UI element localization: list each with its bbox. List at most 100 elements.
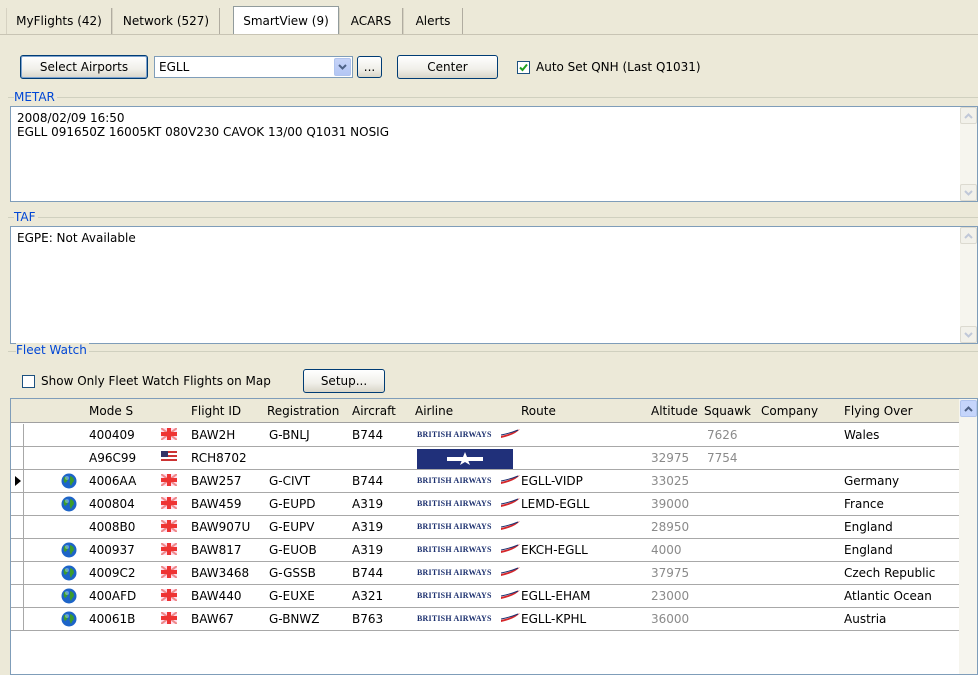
- row-header[interactable]: [11, 424, 24, 447]
- setup-button[interactable]: Setup...: [303, 369, 385, 393]
- row-header[interactable]: [11, 585, 24, 608]
- grid-aircraft: B744: [352, 566, 384, 580]
- browse-airport-button[interactable]: ...: [357, 56, 382, 78]
- table-row[interactable]: 400804 BAW459 G-EUPD A319 LEMD-EGLL 39000 Fran…: [11, 493, 961, 516]
- us-flag-icon: [161, 451, 177, 463]
- airport-value: EGLL: [159, 60, 190, 74]
- show-only-fleet-checkbox[interactable]: [22, 375, 35, 388]
- grid-registration: G-EUPV: [269, 520, 315, 534]
- table-row[interactable]: 400937 BAW817 G-EUOB A319 EKCH-EGLL 4000 Engla…: [11, 539, 961, 562]
- col-route[interactable]: Route: [521, 404, 556, 418]
- speedmarque-icon: [501, 521, 520, 530]
- grid-altitude: 37975: [651, 566, 690, 580]
- col-squawk[interactable]: Squawk: [704, 404, 751, 418]
- scroll-down-icon[interactable]: [960, 184, 977, 201]
- grid-altitude: 36000: [651, 612, 690, 626]
- globe-icon: [61, 588, 77, 604]
- tab-divider: [0, 34, 978, 35]
- globe-icon: [61, 496, 77, 512]
- table-row[interactable]: 4009C2 BAW3468 G-GSSB B744 37975 Czech Republ…: [11, 562, 961, 585]
- col-company[interactable]: Company: [761, 404, 818, 418]
- globe-icon: [61, 565, 77, 581]
- scroll-down-icon[interactable]: [960, 326, 977, 343]
- row-header[interactable]: [11, 516, 24, 539]
- speedmarque-icon: [501, 544, 520, 553]
- row-header[interactable]: [11, 447, 24, 470]
- grid-registration: G-BNLJ: [269, 428, 310, 442]
- fleet-watch-title: Fleet Watch: [16, 343, 89, 357]
- grid-aircraft: A319: [352, 497, 384, 511]
- uk-flag-icon: [160, 519, 178, 533]
- grid-flight-id: BAW817: [191, 543, 242, 557]
- grid-altitude: 33025: [651, 474, 690, 488]
- taf-text: EGPE: Not Available: [17, 231, 136, 245]
- table-row[interactable]: 400AFD BAW440 G-EUXE A321 EGLL-EHAM 23000 Atla…: [11, 585, 961, 608]
- globe-icon: [61, 611, 77, 627]
- uk-flag-icon: [160, 588, 178, 602]
- table-row[interactable]: 4006AA BAW257 G-CIVT B744 EGLL-VIDP 33025 Germ…: [11, 470, 961, 493]
- grid-flight-id: BAW459: [191, 497, 242, 511]
- scroll-up-icon[interactable]: [960, 107, 977, 124]
- scroll-up-icon[interactable]: [960, 227, 977, 244]
- tab-label: Network (527): [122, 14, 210, 28]
- grid-aircraft: B744: [352, 474, 384, 488]
- taf-scrollbar[interactable]: [960, 227, 977, 343]
- col-aircraft[interactable]: Aircraft: [352, 404, 396, 418]
- grid-flight-id: RCH8702: [191, 451, 247, 465]
- airport-combo[interactable]: EGLL: [154, 56, 353, 78]
- grid-mode-s: 4006AA: [89, 474, 137, 488]
- uk-flag-icon: [160, 473, 178, 487]
- scroll-up-icon[interactable]: [960, 400, 977, 417]
- globe-icon: [61, 542, 77, 558]
- grid-registration: G-EUOB: [269, 543, 317, 557]
- checkmark-icon: [519, 63, 528, 72]
- table-row[interactable]: A96C99 RCH8702 32975 7754: [11, 447, 961, 470]
- table-row[interactable]: 4008B0 BAW907U G-EUPV A319 28950 England BRITI…: [11, 516, 961, 539]
- uk-flag-icon: [160, 496, 178, 510]
- taf-title: TAF: [14, 210, 38, 224]
- airline-logo-text: BRITISH AIRWAYS: [417, 614, 492, 623]
- table-row[interactable]: 40061B BAW67 G-BNWZ B763 EGLL-KPHL 36000 Austr…: [11, 608, 961, 631]
- grid-flying-over: Wales: [844, 428, 880, 442]
- col-registration[interactable]: Registration: [267, 404, 339, 418]
- col-mode-s[interactable]: Mode S: [89, 404, 133, 418]
- usaf-logo-icon: [417, 449, 513, 469]
- grid-scrollbar[interactable]: [959, 399, 977, 674]
- metar-text-box[interactable]: 2008/02/09 16:50 EGLL 091650Z 16005KT 08…: [10, 106, 978, 202]
- row-header[interactable]: [11, 493, 24, 516]
- center-button[interactable]: Center: [397, 55, 498, 79]
- tab-smartview[interactable]: SmartView (9): [233, 6, 339, 35]
- fleet-grid[interactable]: Mode S Flight ID Registration Aircraft A…: [10, 398, 978, 675]
- table-row[interactable]: 400409 BAW2H G-BNLJ B744 7626 Wales BRITISH AI…: [11, 424, 961, 447]
- grid-flying-over: Atlantic Ocean: [844, 589, 932, 603]
- grid-flight-id: BAW440: [191, 589, 242, 603]
- row-header[interactable]: [11, 470, 24, 493]
- row-header[interactable]: [11, 608, 24, 631]
- col-airline[interactable]: Airline: [415, 404, 453, 418]
- col-flight-id[interactable]: Flight ID: [191, 404, 241, 418]
- select-airports-button[interactable]: Select Airports: [20, 55, 148, 79]
- grid-mode-s: 400409: [89, 428, 135, 442]
- col-flying-over[interactable]: Flying Over: [844, 404, 913, 418]
- grid-aircraft: A319: [352, 520, 384, 534]
- metar-scrollbar[interactable]: [960, 107, 977, 201]
- grid-aircraft: A321: [352, 589, 384, 603]
- tab-acars[interactable]: ACARS: [339, 8, 403, 34]
- grid-registration: G-GSSB: [269, 566, 316, 580]
- tab-myflights[interactable]: MyFlights (42): [6, 8, 112, 34]
- col-altitude[interactable]: Altitude: [651, 404, 698, 418]
- auto-qnh-label: Auto Set QNH (Last Q1031): [536, 60, 701, 74]
- airline-logo-text: BRITISH AIRWAYS: [417, 591, 492, 600]
- tab-alerts[interactable]: Alerts: [403, 8, 463, 34]
- chevron-down-icon[interactable]: [334, 58, 351, 76]
- tab-network[interactable]: Network (527): [112, 8, 220, 34]
- grid-mode-s: 400804: [89, 497, 135, 511]
- grid-flight-id: BAW257: [191, 474, 242, 488]
- row-header[interactable]: [11, 562, 24, 585]
- row-header[interactable]: [11, 539, 24, 562]
- tab-label: MyFlights (42): [16, 14, 102, 28]
- taf-text-box[interactable]: EGPE: Not Available: [10, 226, 978, 344]
- speedmarque-icon: [501, 590, 520, 599]
- grid-registration: G-EUXE: [269, 589, 315, 603]
- auto-qnh-checkbox[interactable]: [517, 61, 530, 74]
